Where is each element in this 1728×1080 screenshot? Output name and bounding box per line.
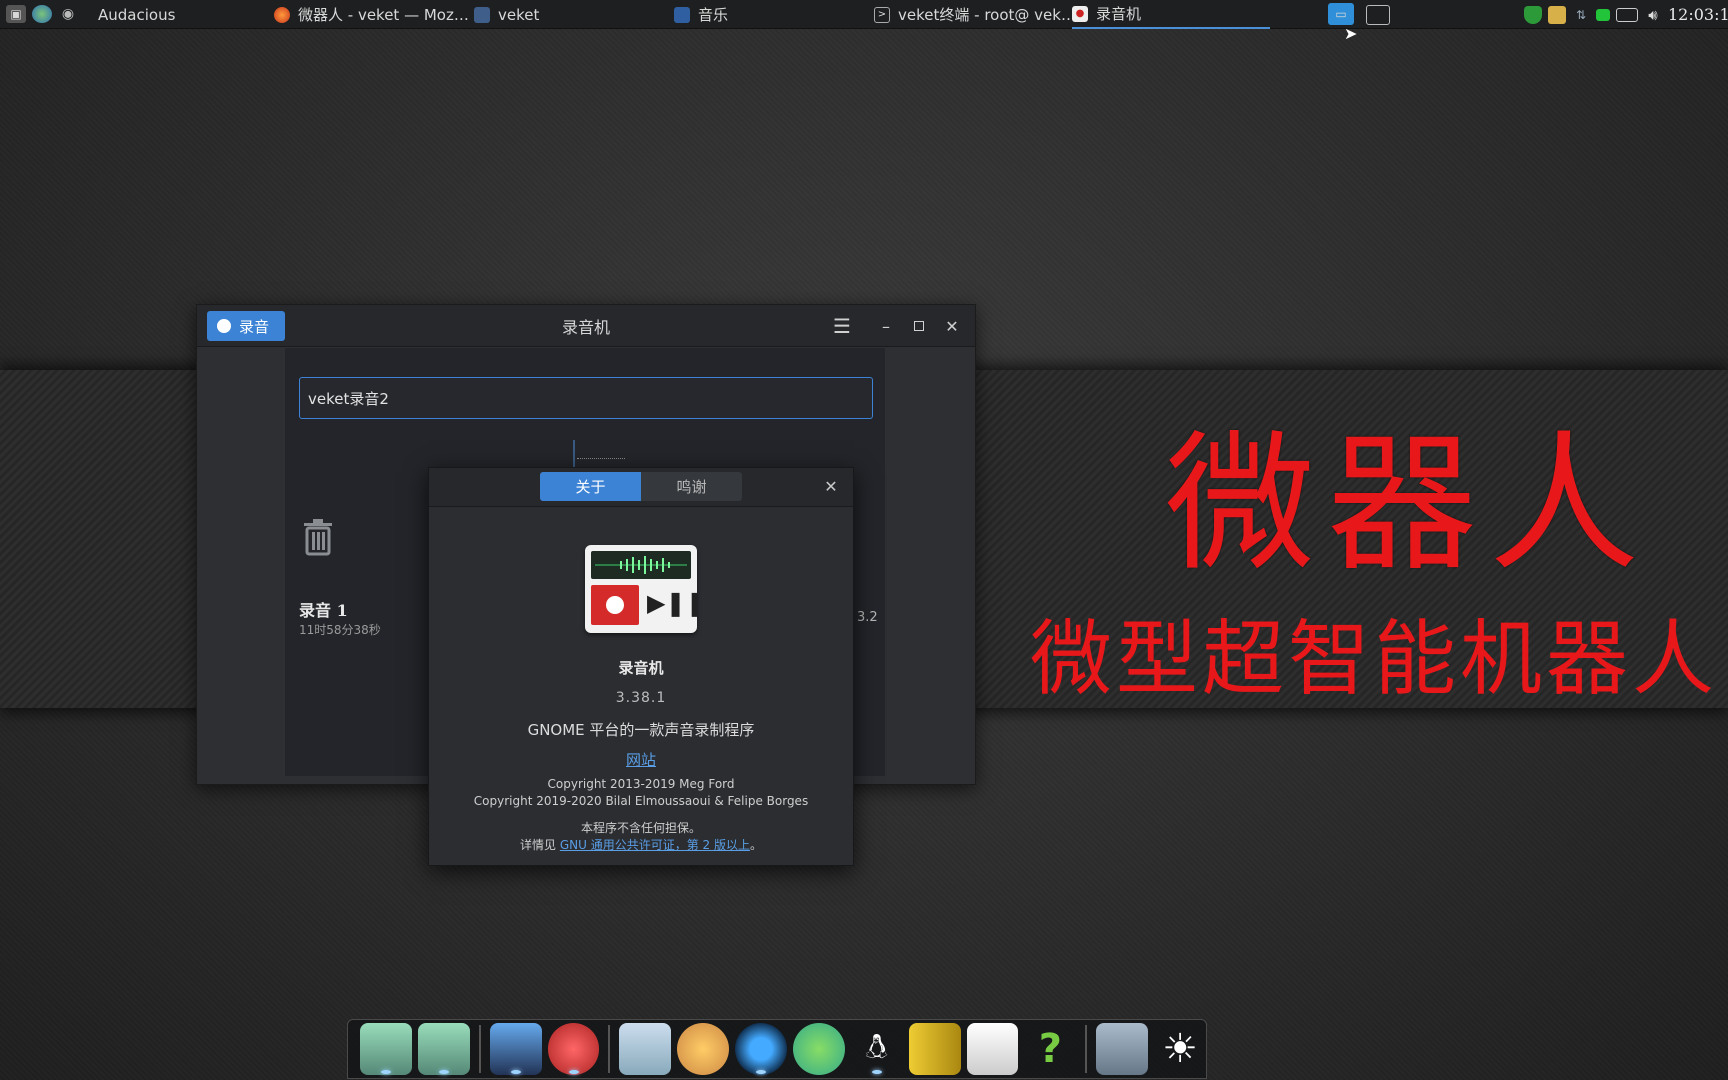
task-recorder[interactable]: ● 录音机: [1072, 0, 1270, 29]
about-description: GNOME 平台的一款声音录制程序: [527, 721, 755, 739]
dock-desktop-1-icon[interactable]: [360, 1023, 412, 1075]
record-button-label: 录音: [239, 317, 270, 336]
terminal-icon: >: [874, 6, 890, 23]
record-symbol: [591, 585, 639, 625]
maximize-icon[interactable]: [908, 315, 930, 337]
task-firefox[interactable]: 微器人 - veket — Moz…: [274, 0, 474, 29]
task-audacious[interactable]: Audacious: [98, 0, 175, 29]
task-terminal[interactable]: > veket终端 - root@ vek…: [874, 0, 1070, 29]
dock-exit-door-icon[interactable]: [908, 1023, 961, 1075]
wallpaper-subtitle: 微型超智能机器人: [1030, 612, 1719, 707]
about-tabs: 关于 鸣谢: [540, 472, 742, 501]
dock-separator: [478, 1025, 481, 1073]
license-line: 详情见 GNU 通用公共许可证，第 2 版以上。: [429, 836, 853, 853]
volume-icon[interactable]: 🔊︎: [1644, 6, 1662, 24]
menu-icon[interactable]: ☰: [831, 314, 853, 338]
trash-icon[interactable]: [301, 518, 335, 556]
dock-help-icon[interactable]: ?: [1024, 1023, 1076, 1075]
dock-media-player-icon[interactable]: [735, 1023, 788, 1075]
window-switch-icon[interactable]: [1366, 5, 1390, 25]
dock-chart-icon[interactable]: [966, 1023, 1019, 1075]
task-label: veket终端 - root@ vek…: [898, 6, 1070, 24]
dock-monitor-icon[interactable]: [489, 1023, 542, 1075]
top-panel: ▣ ◉ Audacious 微器人 - veket — Moz… veket 音…: [0, 0, 1728, 43]
task-label: 微器人 - veket — Moz…: [298, 6, 469, 24]
recording-name[interactable]: 录音 1: [299, 597, 348, 621]
task-label: 音乐: [698, 6, 729, 24]
keyboard-icon[interactable]: [1616, 7, 1638, 22]
globe-launcher-icon[interactable]: [32, 5, 52, 23]
folder-music-icon: [674, 6, 690, 23]
shield-icon[interactable]: [1524, 5, 1542, 24]
battery-icon[interactable]: [1596, 8, 1610, 21]
firefox-icon: [274, 6, 290, 23]
dock-brightness-icon[interactable]: ☀: [1154, 1023, 1206, 1075]
mouse-cursor-icon: ➤: [1344, 24, 1358, 43]
waveform-cursor: [573, 440, 575, 468]
recording-partial-value: 3.2: [857, 610, 878, 625]
dock-separator: [608, 1025, 611, 1073]
about-header: 关于 鸣谢 ✕: [429, 468, 853, 507]
recording-duration: 11时58分38秒: [299, 623, 381, 637]
wallpaper-title: 微器人: [1165, 418, 1652, 592]
audacious-icon[interactable]: ◉: [58, 5, 78, 23]
clipboard-icon[interactable]: [1548, 5, 1566, 24]
recorder-app-icon: ▶❚❚: [585, 545, 697, 633]
waveform-line: [577, 458, 625, 459]
about-dialog: 关于 鸣谢 ✕ ▶❚❚ 录音机 3.38.1 GNOME 平台的一款声音录制程序…: [428, 467, 854, 866]
header-bar: 录音 录音机 ☰ – ✕: [197, 305, 975, 347]
license-link[interactable]: GNU 通用公共许可证，第 2 版以上: [560, 838, 750, 852]
task-label: 录音机: [1096, 5, 1142, 23]
recorder-icon: ●: [1072, 5, 1088, 22]
copyright-line-2: Copyright 2019-2020 Bilal Elmoussaoui & …: [473, 794, 809, 808]
about-app-name: 录音机: [618, 659, 664, 677]
close-icon[interactable]: ✕: [941, 315, 963, 337]
record-button[interactable]: 录音: [207, 311, 285, 341]
tab-about[interactable]: 关于: [540, 472, 641, 501]
task-music-folder[interactable]: 音乐: [674, 0, 854, 29]
license-prefix: 详情见: [520, 838, 560, 852]
dock: 🐧︎ ? ☀: [347, 1019, 1207, 1079]
play-pause-icon: ▶❚❚: [647, 589, 697, 617]
warranty-text: 本程序不含任何担保。: [580, 821, 701, 835]
minimize-icon[interactable]: –: [875, 315, 897, 337]
tab-credits[interactable]: 鸣谢: [641, 472, 742, 501]
launcher-area: ▣ ◉: [0, 5, 95, 23]
dock-mascot-icon[interactable]: [547, 1023, 600, 1075]
window-title: 录音机: [561, 317, 610, 337]
waveform-display: [591, 551, 691, 579]
network-icon[interactable]: ⇅: [1572, 6, 1590, 24]
dock-users-icon[interactable]: [793, 1023, 845, 1075]
dock-editor-icon[interactable]: [619, 1023, 672, 1075]
task-veket-folder[interactable]: veket: [474, 0, 654, 29]
dock-drive-icon[interactable]: [1096, 1023, 1149, 1075]
dock-penguin-icon[interactable]: 🐧︎: [851, 1023, 903, 1075]
folder-icon: [474, 6, 490, 23]
show-desktop-icon[interactable]: ▭: [1328, 3, 1354, 25]
about-version: 3.38.1: [615, 690, 667, 706]
license-suffix: 。: [749, 838, 762, 852]
dock-paint-palette-icon[interactable]: [677, 1023, 730, 1075]
about-close-icon[interactable]: ✕: [821, 476, 841, 496]
terminal-launcher-icon[interactable]: ▣: [6, 5, 26, 23]
copyright-line-1: Copyright 2013-2019 Meg Ford: [547, 777, 735, 791]
dock-desktop-2-icon[interactable]: [417, 1023, 470, 1075]
task-label: Audacious: [98, 5, 176, 24]
recording-name-input[interactable]: [299, 377, 873, 419]
record-icon: [217, 319, 231, 333]
system-tray: ⇅ 🔊︎ 12:03:1: [1524, 0, 1728, 29]
task-label: veket: [498, 5, 540, 24]
website-link[interactable]: 网站: [429, 749, 853, 770]
clock[interactable]: 12:03:1: [1668, 5, 1728, 24]
dock-separator: [1085, 1025, 1088, 1073]
